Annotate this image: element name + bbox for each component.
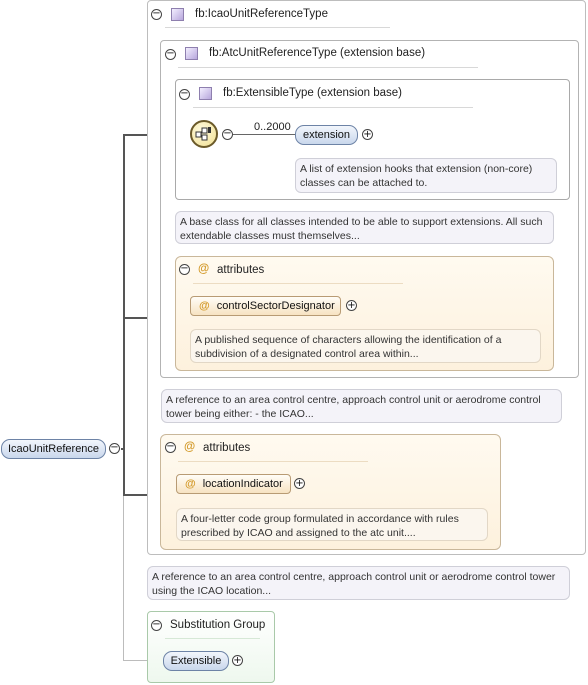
complex-type-icon bbox=[185, 47, 198, 60]
attributes-title-separator bbox=[178, 461, 368, 462]
substitution-element-extensible[interactable]: Extensible bbox=[163, 651, 229, 671]
attributes-collapse-icon[interactable]: − bbox=[179, 264, 190, 275]
attributes-title: attributes bbox=[203, 442, 251, 454]
extension-box-title: fb:AtcUnitReferenceType (extension base) bbox=[209, 47, 426, 59]
complex-type-icon bbox=[199, 87, 212, 100]
expand-extensible-icon[interactable]: + bbox=[232, 655, 243, 666]
substitution-group-separator bbox=[165, 638, 260, 639]
location-indicator-documentation: A four-letter code group formulated in a… bbox=[176, 508, 488, 541]
connector-trunk bbox=[123, 134, 125, 496]
expand-control-sector-icon[interactable]: + bbox=[346, 300, 357, 311]
connector-extension-element bbox=[233, 134, 295, 135]
root-collapse-icon[interactable]: − bbox=[109, 443, 120, 454]
inner-box-title-separator bbox=[193, 107, 473, 108]
attribute-label: locationIndicator bbox=[202, 478, 283, 490]
compositor-collapse-icon[interactable]: − bbox=[222, 129, 233, 140]
attributes-at-icon: @ bbox=[198, 263, 210, 275]
atc-unit-reference-type-documentation: A base class for all classes intended to… bbox=[175, 211, 554, 244]
connector-substitution bbox=[123, 496, 124, 661]
substitution-group-collapse-icon[interactable]: − bbox=[151, 620, 162, 631]
attribute-control-sector-designator[interactable]: @ controlSectorDesignator bbox=[190, 296, 341, 316]
type-box-collapse-icon[interactable]: − bbox=[151, 9, 162, 20]
attribute-location-indicator[interactable]: @ locationIndicator bbox=[176, 474, 291, 494]
expand-location-indicator-icon[interactable]: + bbox=[294, 478, 305, 489]
attribute-at-icon: @ bbox=[199, 300, 210, 312]
extension-box-title-separator bbox=[178, 67, 478, 68]
icao-unit-reference-type-extension-documentation: A reference to an area control centre, a… bbox=[161, 389, 562, 423]
substitution-group-title: Substitution Group bbox=[170, 619, 266, 631]
type-box-title: fb:IcaoUnitReferenceType bbox=[195, 8, 328, 20]
control-sector-documentation: A published sequence of characters allow… bbox=[190, 329, 541, 363]
attribute-label: controlSectorDesignator bbox=[216, 300, 335, 312]
attributes-title-separator bbox=[193, 283, 403, 284]
attribute-at-icon: @ bbox=[185, 478, 196, 490]
inner-box-collapse-icon[interactable]: − bbox=[179, 89, 190, 100]
sequence-compositor-icon[interactable] bbox=[190, 120, 218, 148]
attributes-collapse-icon[interactable]: − bbox=[165, 442, 176, 453]
cardinality-label: 0..2000 bbox=[254, 121, 291, 133]
attributes-title: attributes bbox=[217, 264, 265, 276]
attributes-at-icon: @ bbox=[184, 441, 196, 453]
icao-unit-reference-type-documentation: A reference to an area control centre, a… bbox=[147, 566, 570, 600]
type-box-title-separator bbox=[165, 27, 390, 28]
extension-box-collapse-icon[interactable]: − bbox=[165, 49, 176, 60]
extension-documentation: A list of extension hooks that extension… bbox=[295, 158, 557, 193]
root-element-icao-unit-reference[interactable]: IcaoUnitReference bbox=[1, 439, 106, 459]
expand-extension-icon[interactable]: + bbox=[362, 129, 373, 140]
complex-type-icon bbox=[171, 8, 184, 21]
element-extension[interactable]: extension bbox=[295, 125, 358, 145]
inner-box-title: fb:ExtensibleType (extension base) bbox=[223, 87, 402, 99]
